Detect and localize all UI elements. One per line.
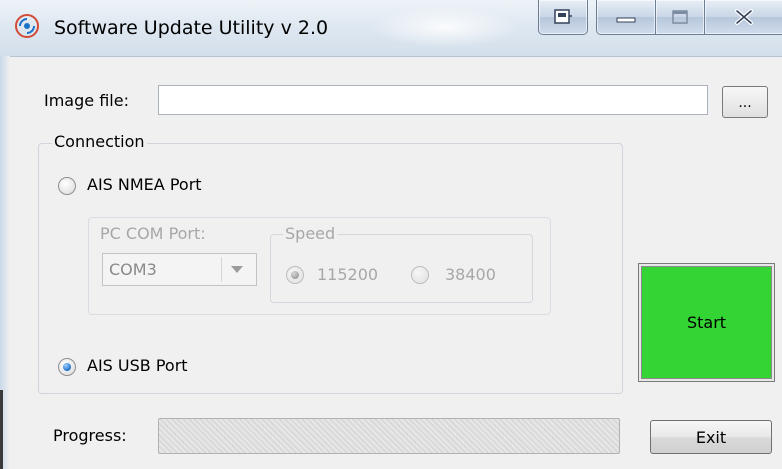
speed-115200-radio[interactable] bbox=[286, 266, 304, 284]
close-button[interactable] bbox=[704, 0, 782, 35]
start-button[interactable]: Start bbox=[638, 263, 775, 382]
connection-legend: Connection bbox=[52, 132, 147, 151]
browse-button[interactable]: ... bbox=[722, 86, 768, 118]
system-menu-icon bbox=[554, 9, 572, 24]
nmea-port-label[interactable]: AIS NMEA Port bbox=[87, 175, 202, 194]
minimize-button[interactable] bbox=[596, 0, 656, 35]
close-icon bbox=[735, 9, 753, 25]
combo-divider bbox=[221, 257, 222, 282]
minimize-icon bbox=[616, 17, 636, 23]
pc-com-port-select[interactable]: COM3 bbox=[102, 253, 257, 286]
exit-button[interactable]: Exit bbox=[650, 420, 772, 454]
pc-com-port-value: COM3 bbox=[109, 260, 157, 279]
image-file-input[interactable] bbox=[158, 85, 708, 115]
title-glow bbox=[370, 6, 520, 48]
title-bar[interactable]: Software Update Utility v 2.0 bbox=[0, 0, 782, 57]
progress-bar bbox=[158, 418, 620, 454]
maximize-button[interactable] bbox=[655, 0, 705, 35]
progress-label: Progress: bbox=[53, 426, 127, 445]
usb-port-radio[interactable] bbox=[58, 358, 76, 376]
image-file-label: Image file: bbox=[44, 91, 129, 110]
app-window: Software Update Utility v 2.0 Image file… bbox=[0, 0, 782, 469]
speed-115200-label[interactable]: 115200 bbox=[317, 265, 378, 284]
maximize-icon bbox=[672, 10, 688, 24]
nmea-port-radio[interactable] bbox=[58, 177, 76, 195]
window-title: Software Update Utility v 2.0 bbox=[54, 17, 329, 39]
pc-com-port-label: PC COM Port: bbox=[100, 224, 206, 243]
usb-port-label[interactable]: AIS USB Port bbox=[87, 356, 188, 375]
speed-38400-radio[interactable] bbox=[411, 266, 429, 284]
chevron-down-icon[interactable] bbox=[231, 266, 243, 273]
system-menu-button[interactable] bbox=[538, 0, 588, 35]
speed-legend: Speed bbox=[283, 224, 338, 243]
update-signal-icon[interactable] bbox=[15, 14, 39, 38]
speed-38400-label[interactable]: 38400 bbox=[445, 265, 496, 284]
window-left-shadow bbox=[0, 390, 3, 469]
